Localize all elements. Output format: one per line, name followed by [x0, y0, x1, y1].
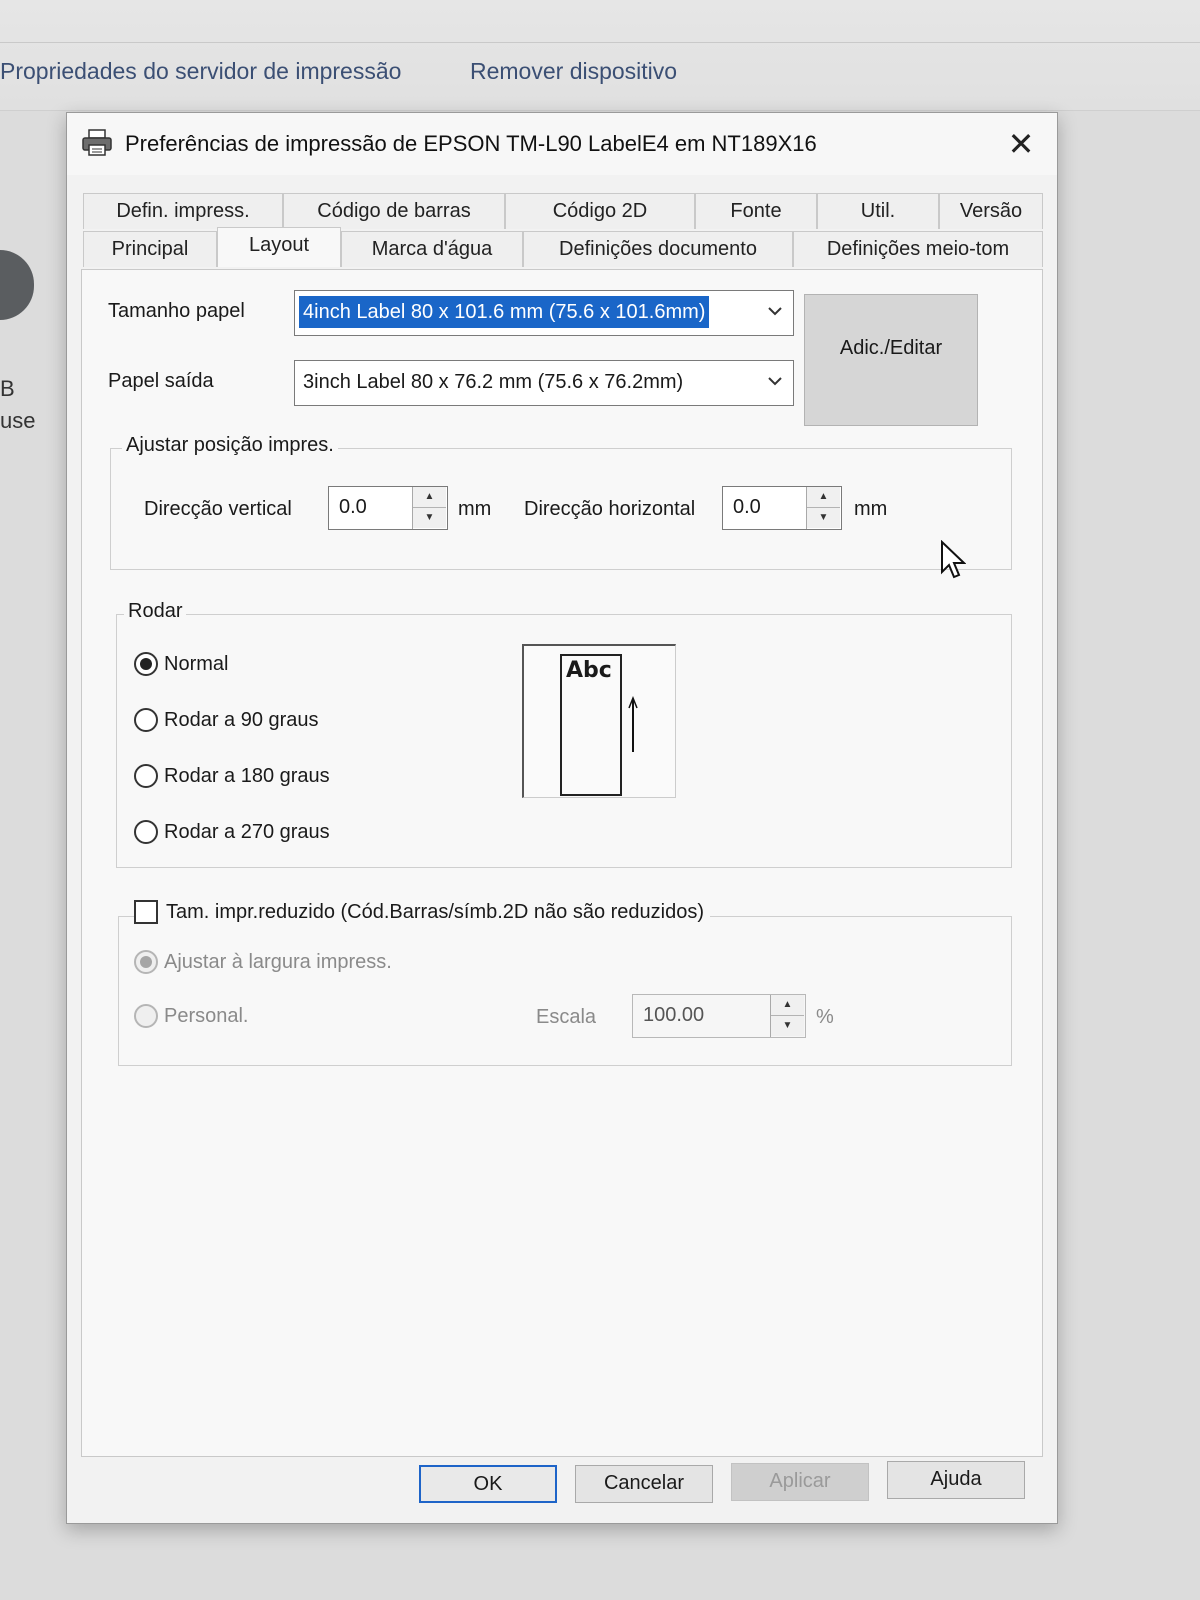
paper-size-dropdown[interactable]: 4inch Label 80 x 101.6 mm (75.6 x 101.6m… [294, 290, 794, 336]
radio-checked-icon [134, 950, 158, 974]
chevron-down-icon [768, 377, 782, 386]
help-button[interactable]: Ajuda [887, 1461, 1025, 1499]
add-edit-label: Adic./Editar [839, 336, 943, 359]
output-paper-value: 3inch Label 80 x 76.2 mm (75.6 x 76.2mm) [303, 371, 684, 393]
custom-scale-label: Personal. [164, 1004, 249, 1027]
output-paper-label: Papel saída [108, 370, 214, 392]
horizontal-unit: mm [854, 498, 888, 520]
horizontal-direction-value: 0.0 [733, 496, 761, 518]
horizontal-direction-spinner[interactable]: 0.0 ▲ ▼ [722, 486, 842, 530]
dialog-title: Preferências de impressão de EPSON TM-L9… [125, 131, 817, 156]
scale-value: 100.00 [643, 1004, 705, 1026]
tab-font[interactable]: Fonte [695, 193, 817, 229]
background-side-text: use [0, 408, 36, 433]
tab-watermark[interactable]: Marca d'água [341, 231, 523, 267]
spin-down-icon[interactable]: ▼ [413, 508, 446, 528]
scale-spinner[interactable]: 100.00 ▲ ▼ [632, 994, 806, 1038]
arrow-up-icon [628, 696, 638, 752]
add-edit-button[interactable]: Adic./Editar [804, 294, 978, 426]
rotate-normal-radio[interactable]: Normal [134, 652, 228, 676]
reduced-print-size-label: Tam. impr.reduzido (Cód.Barras/símb.2D n… [166, 900, 705, 923]
rotate-title: Rodar [124, 600, 187, 623]
scale-unit: % [816, 1006, 834, 1028]
tab-barcode[interactable]: Código de barras [283, 193, 505, 229]
tab-halftone-settings[interactable]: Definições meio-tom [793, 231, 1043, 267]
rotate-270-radio[interactable]: Rodar a 270 graus [134, 820, 330, 844]
rotate-normal-label: Normal [164, 652, 229, 675]
reduce-size-group [118, 916, 1012, 1066]
tab-2d-code[interactable]: Código 2D [505, 193, 695, 229]
printer-icon [82, 129, 112, 156]
background-side-text: B [0, 376, 15, 401]
tab-main[interactable]: Principal [83, 231, 217, 267]
remove-device-link[interactable]: Remover dispositivo [470, 58, 677, 85]
tab-document-settings[interactable]: Definições documento [523, 231, 793, 267]
background-window-toolbar [0, 0, 1200, 111]
cancel-button[interactable]: Cancelar [575, 1465, 713, 1503]
tab-row-top: Defin. impress. Código de barras Código … [83, 193, 1043, 229]
preview-text: Abc [566, 658, 612, 683]
radio-unchecked-icon [134, 1004, 158, 1028]
spin-up-icon[interactable]: ▲ [413, 487, 446, 508]
apply-button[interactable]: Aplicar [731, 1463, 869, 1501]
tab-print-settings[interactable]: Defin. impress. [83, 193, 283, 229]
rotate-180-radio[interactable]: Rodar a 180 graus [134, 764, 330, 788]
custom-scale-radio[interactable]: Personal. [134, 1004, 249, 1028]
adjust-position-title: Ajustar posição impres. [122, 434, 338, 457]
radio-checked-icon [134, 652, 158, 676]
print-server-properties-link[interactable]: Propriedades do servidor de impressão [0, 58, 401, 85]
vertical-unit: mm [458, 498, 492, 520]
fit-print-width-radio[interactable]: Ajustar à largura impress. [134, 950, 392, 974]
paper-size-label: Tamanho papel [108, 300, 245, 322]
rotate-90-label: Rodar a 90 graus [164, 708, 319, 731]
fit-print-width-label: Ajustar à largura impress. [164, 950, 392, 973]
spin-up-icon[interactable]: ▲ [771, 995, 804, 1016]
checkbox-unchecked-icon [134, 900, 158, 924]
scale-label: Escala [536, 1006, 597, 1028]
spin-down-icon[interactable]: ▼ [807, 508, 840, 528]
rotation-preview: Abc [522, 644, 676, 798]
spinner-buttons: ▲ ▼ [412, 487, 447, 529]
vertical-direction-value: 0.0 [339, 496, 367, 518]
rotate-270-label: Rodar a 270 graus [164, 820, 330, 843]
background-divider [0, 42, 1200, 43]
vertical-direction-label: Direcção vertical [144, 498, 292, 520]
mouse-cursor-icon [941, 540, 966, 579]
rotate-180-label: Rodar a 180 graus [164, 764, 330, 787]
spinner-buttons: ▲ ▼ [770, 995, 805, 1037]
tab-version[interactable]: Versão [939, 193, 1043, 229]
rotate-90-radio[interactable]: Rodar a 90 graus [134, 708, 319, 732]
close-button[interactable]: ✕ [999, 125, 1043, 163]
tab-row-bottom: Principal Layout Marca d'água Definições… [83, 227, 1043, 267]
horizontal-direction-label: Direcção horizontal [524, 498, 696, 520]
spin-down-icon[interactable]: ▼ [771, 1016, 804, 1036]
device-icon [0, 250, 34, 320]
reduced-print-size-checkbox[interactable]: Tam. impr.reduzido (Cód.Barras/símb.2D n… [134, 900, 711, 924]
dialog-titlebar: Preferências de impressão de EPSON TM-L9… [67, 113, 1057, 175]
ok-button[interactable]: OK [419, 1465, 557, 1503]
output-paper-dropdown[interactable]: 3inch Label 80 x 76.2 mm (75.6 x 76.2mm) [294, 360, 794, 406]
paper-size-value: 4inch Label 80 x 101.6 mm (75.6 x 101.6m… [299, 296, 710, 328]
radio-unchecked-icon [134, 764, 158, 788]
chevron-down-icon [768, 307, 782, 316]
spinner-buttons: ▲ ▼ [806, 487, 841, 529]
spin-up-icon[interactable]: ▲ [807, 487, 840, 508]
radio-unchecked-icon [134, 708, 158, 732]
vertical-direction-spinner[interactable]: 0.0 ▲ ▼ [328, 486, 448, 530]
preview-paper: Abc [560, 654, 622, 796]
print-preferences-dialog: Preferências de impressão de EPSON TM-L9… [66, 112, 1058, 1524]
tab-utility[interactable]: Util. [817, 193, 939, 229]
radio-unchecked-icon [134, 820, 158, 844]
tab-layout[interactable]: Layout [217, 227, 341, 267]
layout-tab-panel: Tamanho papel 4inch Label 80 x 101.6 mm … [81, 269, 1043, 1457]
